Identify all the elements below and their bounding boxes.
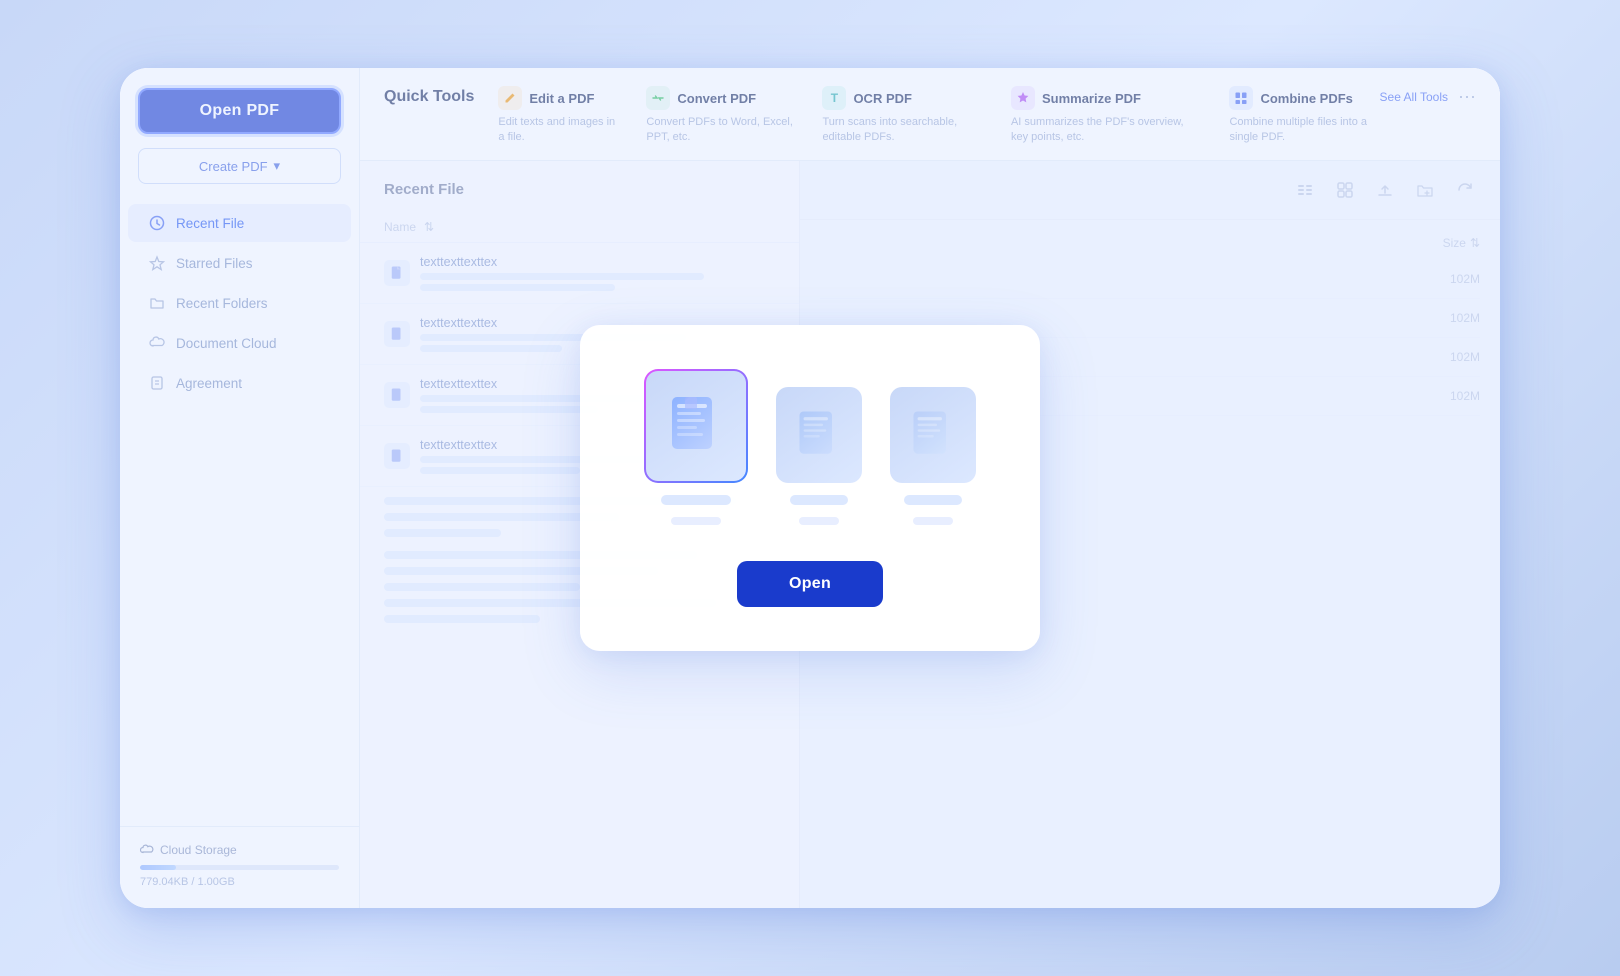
file-thumbnail-icon-3: [911, 409, 955, 461]
file-thumb-sublabel-2: [799, 517, 839, 525]
dialog-file-thumb-selected[interactable]: [644, 369, 748, 525]
file-thumbnail-icon-selected: [669, 394, 723, 458]
file-thumb-label-2: [790, 495, 848, 505]
dialog-file-thumb-3[interactable]: [890, 387, 976, 525]
dialog-files-row: [644, 369, 976, 525]
file-thumb-label: [661, 495, 731, 505]
file-thumb-sublabel-3: [913, 517, 953, 525]
dialog-open-button[interactable]: Open: [737, 561, 883, 607]
open-file-dialog: Open: [580, 325, 1040, 651]
file-thumb-sublabel: [671, 517, 721, 525]
app-window: Open PDF Create PDF ▾ Recent File Starre…: [120, 68, 1500, 908]
dialog-overlay: Open: [120, 68, 1500, 908]
file-thumbnail-icon-2: [797, 409, 841, 461]
file-thumb-label-3: [904, 495, 962, 505]
dialog-file-thumb-2[interactable]: [776, 387, 862, 525]
